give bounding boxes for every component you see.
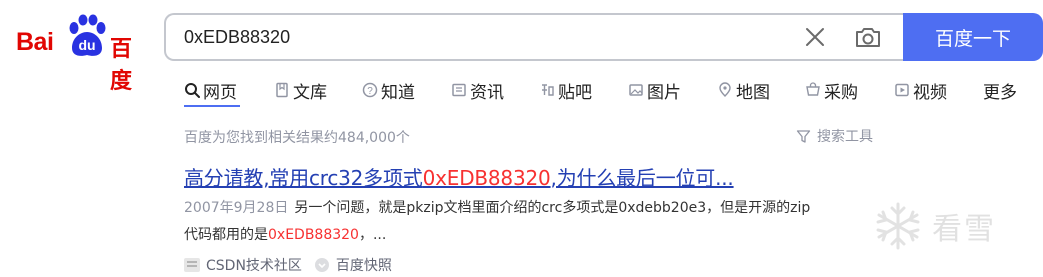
tab-label: 贴吧 [558, 82, 592, 103]
search-input[interactable] [184, 15, 784, 59]
tab-label: 网页 [203, 82, 237, 103]
tab-label: 图片 [647, 82, 681, 103]
search-tools-button[interactable]: 搜索工具 [796, 126, 873, 146]
doc-icon [276, 82, 288, 98]
tab-zhidao[interactable]: ? 知道 [362, 76, 415, 104]
watermark-text: 看雪 [932, 212, 996, 247]
tab-more[interactable]: 更多 [983, 76, 1017, 104]
tab-video[interactable]: 视频 [894, 76, 947, 104]
tab-label: 视频 [913, 82, 947, 103]
result-title-link[interactable]: 高分请教,常用crc32多项式0xEDB88320,为什么最后一位可... [184, 162, 734, 191]
tab-label: 采购 [824, 82, 858, 103]
result-snippet-line2: 代码都用的是0xEDB88320，... [184, 225, 884, 245]
baidu-logo[interactable]: Bai du 百度 [16, 14, 146, 94]
clear-icon[interactable] [804, 26, 826, 48]
tab-label: 资讯 [470, 82, 504, 103]
paw-icon: du [69, 14, 106, 56]
search-icon [185, 83, 200, 98]
search-tools-label: 搜索工具 [817, 129, 873, 145]
logo-text-bai: Bai [16, 28, 54, 56]
snippet-text: 代码都用的是 [184, 227, 268, 243]
snippet-text-end: ，... [358, 227, 387, 243]
source-name[interactable]: CSDN技术社区 [206, 255, 302, 275]
search-box [164, 13, 904, 61]
tab-label: 更多 [983, 82, 1017, 103]
kanxue-watermark: 看雪 [872, 196, 1032, 256]
question-icon: ? [362, 82, 378, 98]
title-highlight: 0xEDB88320 [422, 166, 551, 190]
tab-label: 地图 [736, 82, 770, 103]
svg-text:?: ? [367, 86, 373, 97]
result-date: 2007年9月28日 [184, 200, 289, 216]
tab-label: 文库 [293, 82, 327, 103]
tab-tieba[interactable]: 贴吧 [539, 76, 592, 104]
snowflake-icon [876, 202, 920, 250]
result-count: 百度为您找到相关结果约484,000个 [184, 130, 410, 146]
video-icon [895, 83, 909, 97]
tab-procurement[interactable]: 采购 [805, 76, 858, 104]
snippet-text: 另一个问题，就是pkzip文档里面介绍的crc多项式是0xdebb20e3，但是… [294, 200, 811, 216]
csdn-icon [184, 258, 200, 272]
tab-label: 知道 [381, 82, 415, 103]
snapshot-icon [314, 258, 329, 272]
title-text-end: ,为什么最后一位可... [550, 166, 734, 190]
tab-web[interactable]: 网页 [184, 76, 237, 104]
map-icon [719, 82, 731, 97]
logo-text-baidu: 百度 [110, 37, 133, 94]
filter-icon [796, 129, 811, 143]
logo-text-du: du [78, 37, 95, 53]
image-icon [629, 84, 643, 96]
title-text: 高分请教,常用crc32多项式 [184, 166, 423, 190]
snippet-highlight: 0xEDB88320 [268, 227, 359, 243]
snapshot-link[interactable]: 百度快照 [336, 255, 392, 275]
cart-icon [806, 82, 820, 96]
search-button[interactable]: 百度一下 [903, 13, 1043, 61]
tieba-icon [542, 84, 554, 96]
tab-wenku[interactable]: 文库 [274, 76, 327, 104]
tab-maps[interactable]: 地图 [717, 76, 770, 104]
camera-icon[interactable] [854, 25, 882, 49]
active-tab-indicator [184, 105, 240, 107]
result-source-line: CSDN技术社区 百度快照 [184, 255, 392, 275]
tab-news[interactable]: 资讯 [451, 76, 504, 104]
news-icon [452, 83, 466, 97]
tab-images[interactable]: 图片 [628, 76, 681, 104]
result-snippet: 2007年9月28日 另一个问题，就是pkzip文档里面介绍的crc多项式是0xd… [184, 198, 884, 218]
